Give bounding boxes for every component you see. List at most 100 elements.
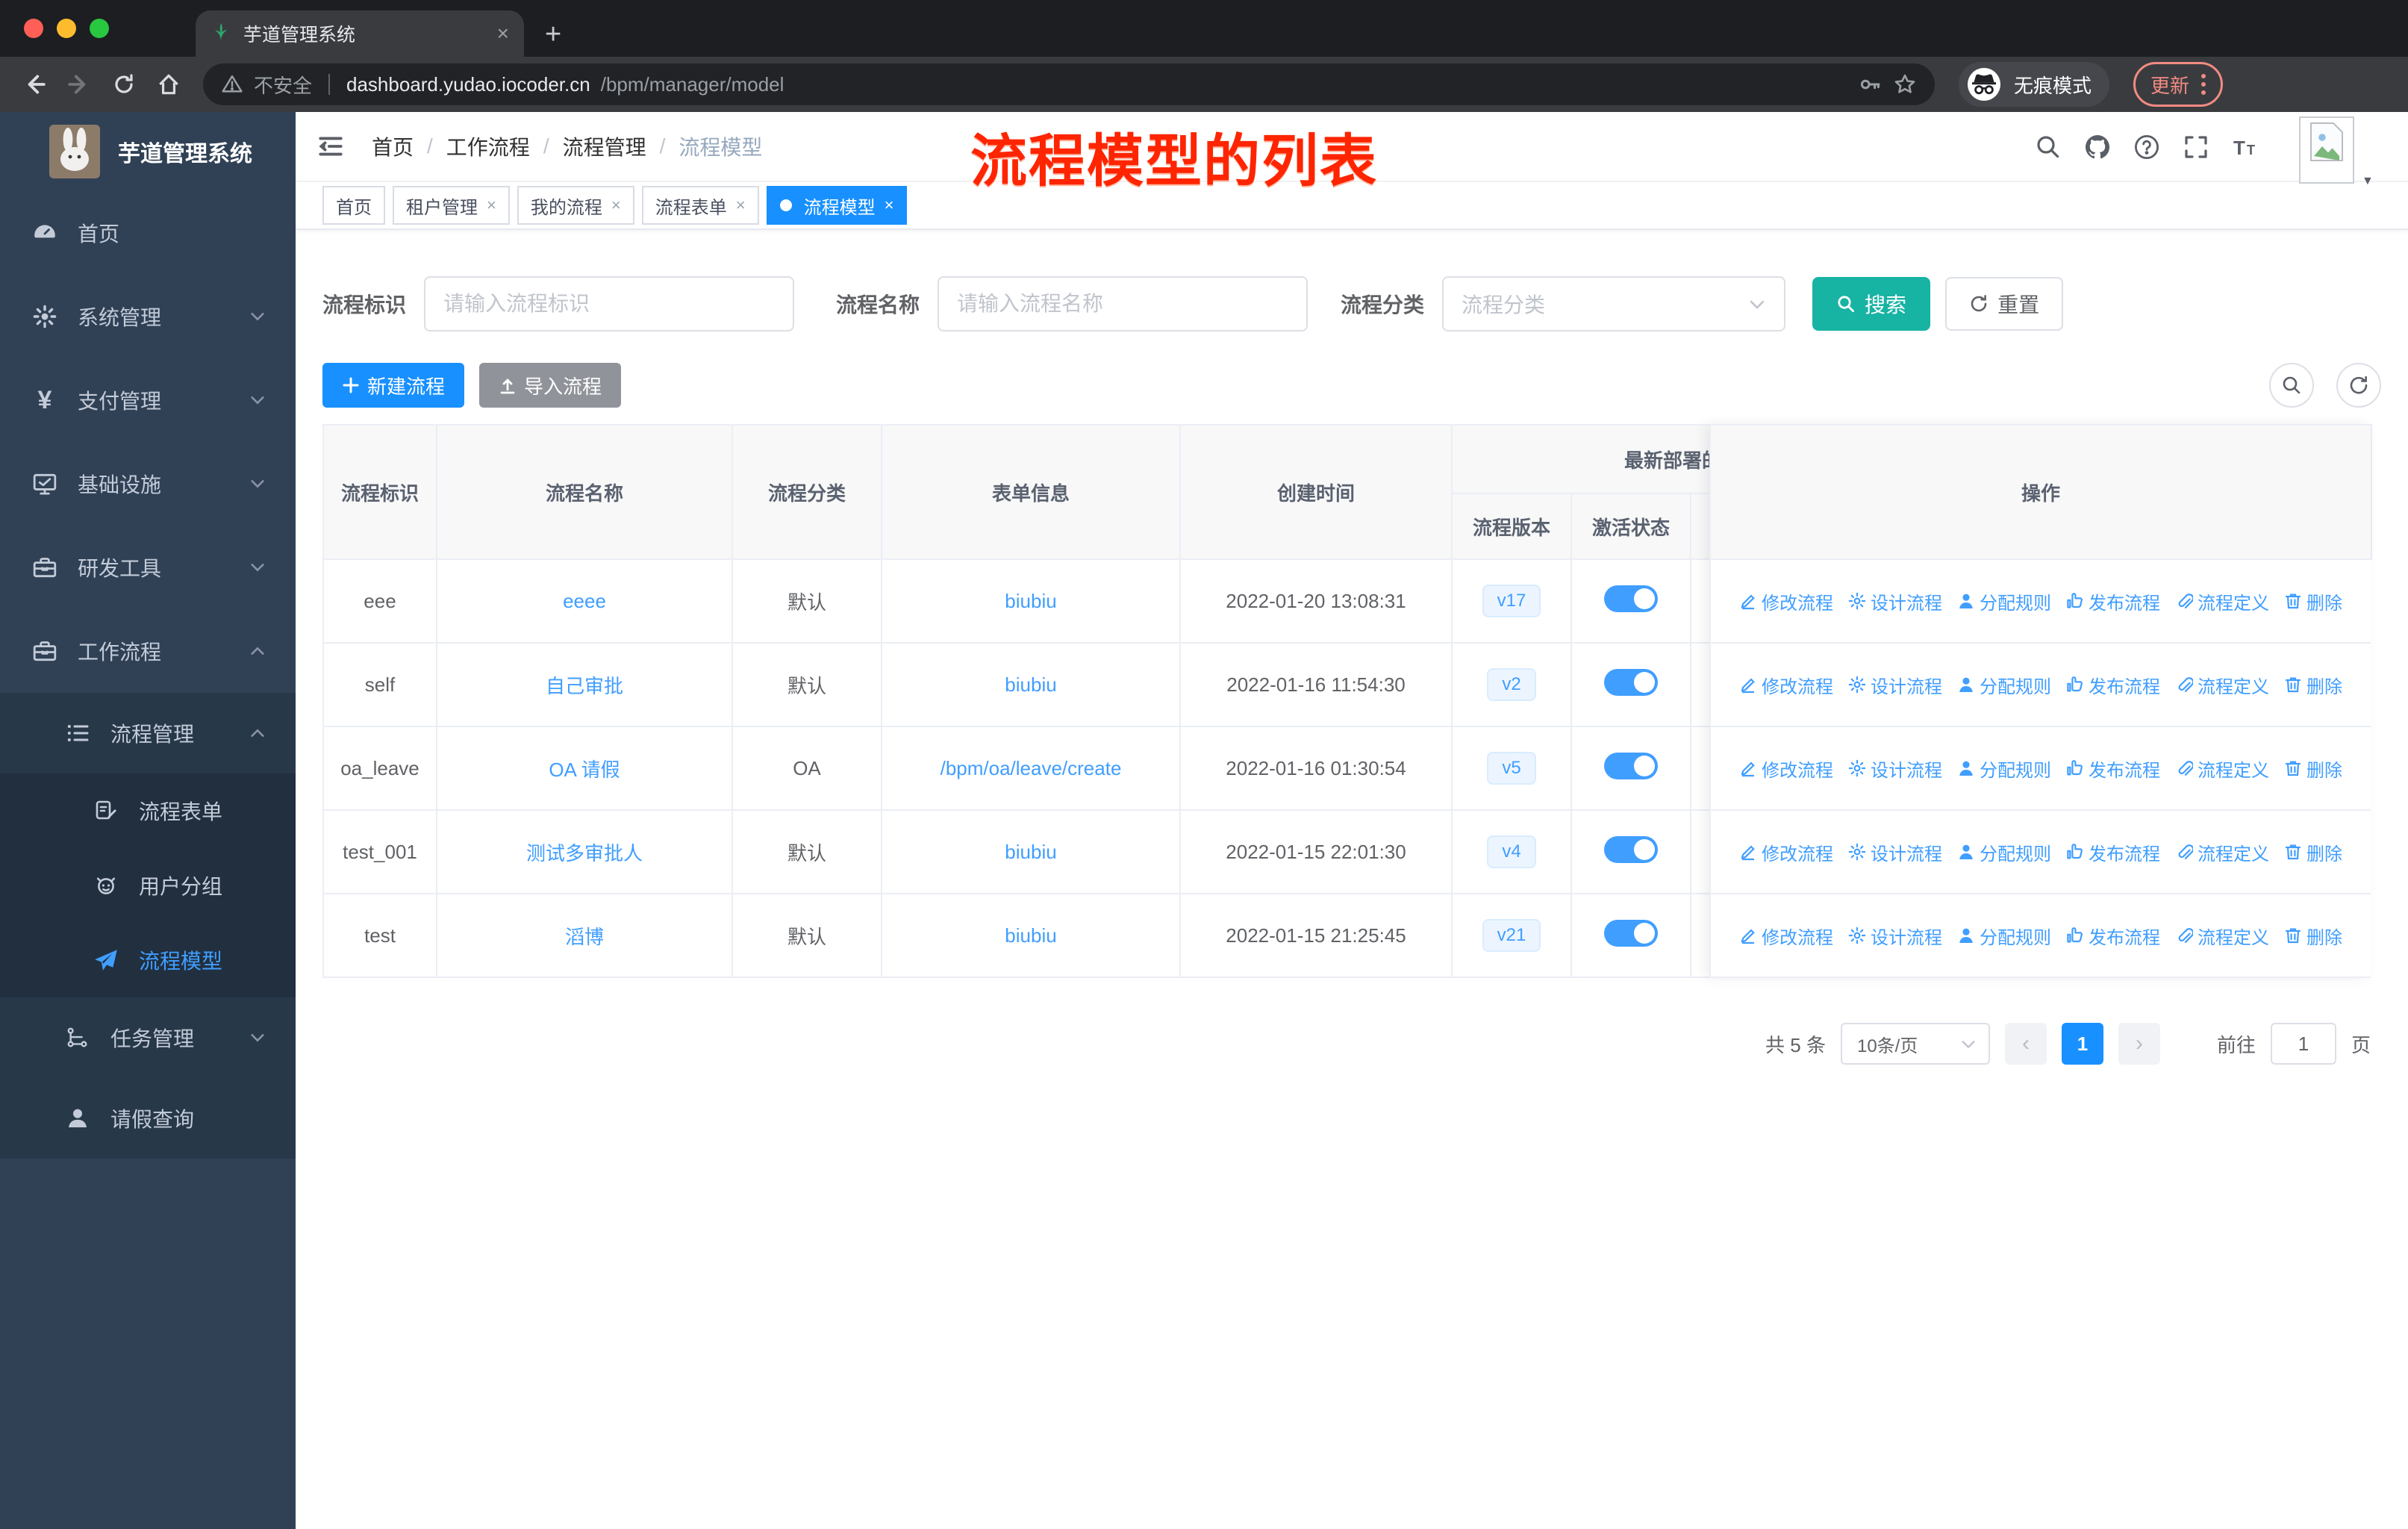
sidebar-item-process-model[interactable]: 流程模型 [0,923,296,997]
process-definition-link[interactable]: 流程定义 [2175,672,2269,698]
assign-rule-link[interactable]: 分配规则 [1957,756,2051,782]
sidebar-item-leave-query[interactable]: 请假查询 [0,1078,296,1159]
search-button[interactable]: 搜索 [1812,277,1931,331]
process-definition-link[interactable]: 流程定义 [2175,839,2269,865]
publish-process-link[interactable]: 发布流程 [2066,588,2160,614]
design-process-link[interactable]: 设计流程 [1848,588,1942,614]
browser-tab[interactable]: 芋道管理系统 × [196,10,524,57]
menu-dots-icon[interactable] [2201,74,2206,95]
process-definition-link[interactable]: 流程定义 [2175,923,2269,949]
sidebar-item-task-mgmt[interactable]: 任务管理 [0,997,296,1078]
edit-process-link[interactable]: 修改流程 [1739,923,1833,949]
breadcrumb-item[interactable]: 首页 [372,131,414,161]
edit-process-link[interactable]: 修改流程 [1739,756,1833,782]
search-icon[interactable] [2035,134,2062,161]
address-bar[interactable]: 不安全 dashboard.yudao.iocoder.cn/bpm/manag… [203,63,1935,105]
sidebar-item-system[interactable]: 系统管理 [0,275,296,358]
form-info-link[interactable]: biubiu [1005,841,1056,863]
tag-process-model[interactable]: 流程模型 × [766,186,908,225]
delete-link[interactable]: 删除 [2284,923,2342,949]
status-toggle[interactable] [1604,668,1658,696]
sidebar-item-infra[interactable]: 基础设施 [0,442,296,526]
process-definition-link[interactable]: 流程定义 [2175,588,2269,614]
process-definition-link[interactable]: 流程定义 [2175,756,2269,782]
sidebar-item-user-group[interactable]: 用户分组 [0,848,296,923]
sidebar-item-process-form[interactable]: 流程表单 [0,773,296,848]
design-process-link[interactable]: 设计流程 [1848,923,1942,949]
zoom-window-button[interactable] [90,19,109,38]
close-icon[interactable]: × [611,196,621,215]
design-process-link[interactable]: 设计流程 [1848,839,1942,865]
fullscreen-icon[interactable] [2183,134,2209,161]
reset-button[interactable]: 重置 [1945,277,2064,331]
reload-icon[interactable] [105,65,143,104]
process-name-link[interactable]: 测试多审批人 [526,842,643,865]
sidebar-item-workflow[interactable]: 工作流程 [0,609,296,693]
form-info-link[interactable]: biubiu [1005,924,1056,947]
assign-rule-link[interactable]: 分配规则 [1957,672,2051,698]
create-process-button[interactable]: 新建流程 [322,363,465,408]
status-toggle[interactable] [1604,835,1658,863]
page-number-current[interactable]: 1 [2061,1023,2103,1065]
update-button[interactable]: 更新 [2133,62,2224,107]
status-toggle[interactable] [1604,752,1658,779]
design-process-link[interactable]: 设计流程 [1848,756,1942,782]
design-process-link[interactable]: 设计流程 [1848,672,1942,698]
assign-rule-link[interactable]: 分配规则 [1957,923,2051,949]
back-icon[interactable] [15,65,54,104]
goto-page-input[interactable] [2270,1023,2336,1065]
status-toggle[interactable] [1604,919,1658,947]
help-icon[interactable] [2133,134,2160,161]
page-size-select[interactable]: 10条/页 [1840,1023,1990,1065]
sidebar-item-payment[interactable]: ¥ 支付管理 [0,358,296,442]
delete-link[interactable]: 删除 [2284,839,2342,865]
avatar[interactable] [2299,116,2354,184]
sidebar-item-home[interactable]: 首页 [0,191,296,275]
form-info-link[interactable]: /bpm/oa/leave/create [941,757,1122,779]
security-label[interactable]: 不安全 [254,71,312,99]
assign-rule-link[interactable]: 分配规则 [1957,839,2051,865]
process-name-link[interactable]: 自己审批 [546,675,623,697]
forward-icon[interactable] [60,65,99,104]
home-icon[interactable] [149,65,188,104]
process-category-select[interactable]: 流程分类 [1442,276,1786,331]
status-toggle[interactable] [1604,585,1658,612]
tab-close-icon[interactable]: × [497,22,509,46]
tag-tenant[interactable]: 租户管理 × [393,186,510,225]
process-name-link[interactable]: OA 请假 [549,759,620,781]
font-size-icon[interactable]: TT [2232,134,2259,161]
process-key-input[interactable] [443,292,776,316]
refresh-button[interactable] [2336,363,2381,408]
publish-process-link[interactable]: 发布流程 [2066,839,2160,865]
form-info-link[interactable]: biubiu [1005,673,1056,696]
breadcrumb-item[interactable]: 流程管理 [563,131,646,161]
new-tab-button[interactable]: + [545,19,561,51]
close-icon[interactable]: × [736,196,746,215]
edit-process-link[interactable]: 修改流程 [1739,839,1833,865]
tag-process-form[interactable]: 流程表单 × [641,186,759,225]
form-info-link[interactable]: biubiu [1005,590,1056,612]
close-icon[interactable]: × [885,196,894,215]
delete-link[interactable]: 删除 [2284,588,2342,614]
sidebar-item-process-mgmt[interactable]: 流程管理 [0,693,296,773]
delete-link[interactable]: 删除 [2284,672,2342,698]
sidebar-collapse-icon[interactable] [316,132,345,161]
assign-rule-link[interactable]: 分配规则 [1957,588,2051,614]
prev-page-button[interactable]: ‹ [2004,1023,2047,1065]
edit-process-link[interactable]: 修改流程 [1739,672,1833,698]
next-page-button[interactable]: › [2118,1023,2160,1065]
tag-my-process[interactable]: 我的流程 × [517,186,634,225]
import-process-button[interactable]: 导入流程 [479,363,622,408]
avatar-caret-icon[interactable]: ▼ [2362,175,2374,188]
close-window-button[interactable] [24,19,43,38]
close-icon[interactable]: × [487,196,496,215]
publish-process-link[interactable]: 发布流程 [2066,672,2160,698]
sidebar-item-devtools[interactable]: 研发工具 [0,526,296,609]
tag-home[interactable]: 首页 [322,186,385,225]
publish-process-link[interactable]: 发布流程 [2066,756,2160,782]
edit-process-link[interactable]: 修改流程 [1739,588,1833,614]
github-icon[interactable] [2084,134,2111,161]
key-icon[interactable] [1859,72,1883,96]
process-name-input[interactable] [957,292,1289,316]
process-name-link[interactable]: 滔博 [565,926,604,948]
